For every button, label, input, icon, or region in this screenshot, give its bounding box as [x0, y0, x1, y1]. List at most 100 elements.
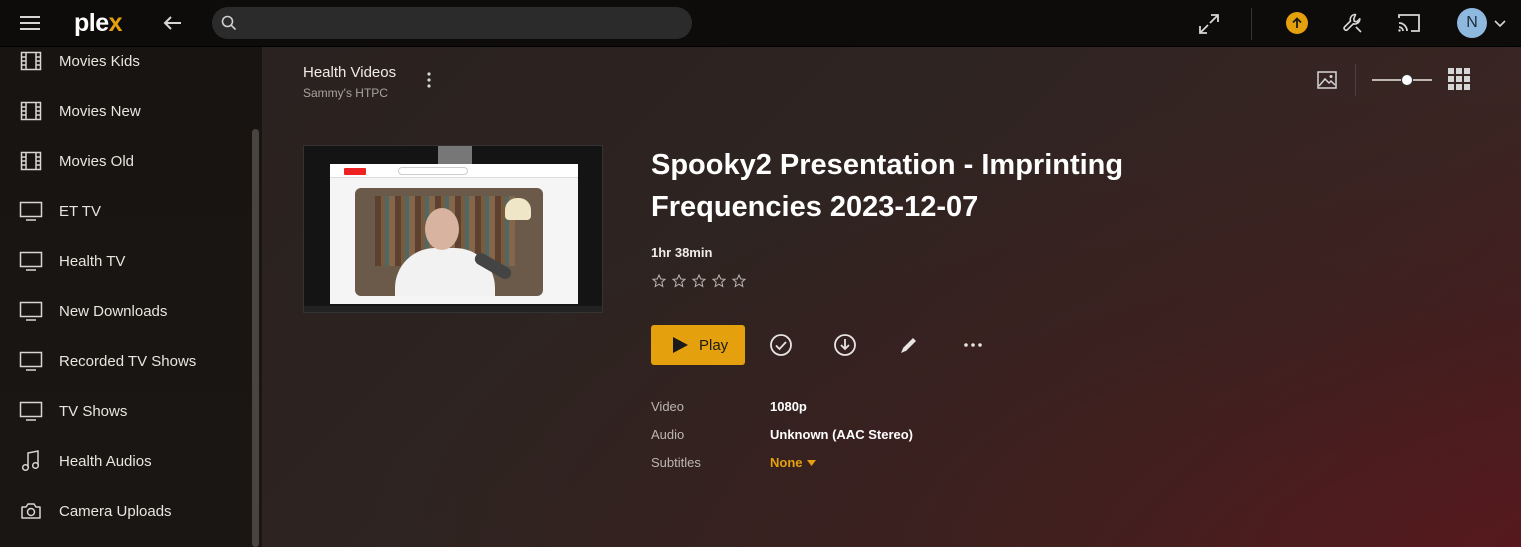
star-rating[interactable]: [651, 273, 747, 289]
poster-view-button[interactable]: [1315, 68, 1339, 92]
library-title[interactable]: Health Videos: [303, 64, 396, 81]
subtitles-select[interactable]: None: [770, 455, 816, 470]
film-icon: [19, 49, 43, 73]
tv-icon: [19, 299, 43, 323]
sidebar-item-label: Health TV: [59, 252, 126, 270]
sidebar-item-movies-old[interactable]: Movies Old: [0, 136, 250, 186]
sidebar-item-label: Movies Old: [59, 152, 135, 170]
avatar: N: [1457, 8, 1487, 38]
logo-x: x: [108, 8, 123, 37]
video-label: Video: [651, 399, 685, 414]
main-content: Health Videos Sammy's HTPC Spooky2 Prese…: [262, 47, 1521, 547]
audio-label: Audio: [651, 427, 685, 442]
chevron-down-icon: [1494, 20, 1506, 28]
sidebar-item-et-tv[interactable]: ET TV: [0, 186, 250, 236]
hamburger-icon: [20, 16, 40, 30]
star-icon[interactable]: [691, 273, 707, 289]
zoom-slider[interactable]: [1372, 74, 1432, 86]
fullscreen-button[interactable]: [1195, 10, 1223, 38]
audio-value: Unknown (AAC Stereo): [770, 427, 913, 442]
cast-button[interactable]: [1394, 9, 1424, 37]
check-circle-icon: [770, 334, 792, 356]
cast-icon: [1398, 14, 1420, 32]
sidebar-item-movies-new[interactable]: Movies New: [0, 86, 250, 136]
thumbnail-taskbar: [304, 306, 602, 312]
film-icon: [19, 99, 43, 123]
grid-icon: [1448, 68, 1470, 90]
star-icon[interactable]: [671, 273, 687, 289]
back-button[interactable]: [158, 10, 186, 36]
image-icon: [1317, 71, 1337, 89]
sidebar-item-health-tv[interactable]: Health TV: [0, 236, 250, 286]
thumbnail-browser-bar: [330, 164, 578, 178]
expand-icon: [1199, 14, 1219, 34]
thumbnail-logo: [344, 168, 366, 175]
item-title: Spooky2 Presentation - Imprinting Freque…: [651, 149, 1124, 223]
thumbnail-person-head: [425, 208, 459, 250]
mark-watched-button[interactable]: [768, 332, 794, 358]
sidebar: Movies Kids Movies New Movies Old ET TV …: [0, 47, 262, 547]
user-menu-button[interactable]: N: [1456, 8, 1508, 38]
sidebar-item-new-downloads[interactable]: New Downloads: [0, 286, 250, 336]
sidebar-item-camera-uploads[interactable]: Camera Uploads: [0, 486, 250, 536]
subtitles-label: Subtitles: [651, 455, 701, 470]
item-duration: 1hr 38min: [651, 245, 713, 260]
sidebar-item-movies-kids[interactable]: Movies Kids: [0, 47, 250, 86]
tv-icon: [19, 249, 43, 273]
more-options-button[interactable]: [960, 332, 986, 358]
top-bar: ple x N: [0, 0, 1521, 47]
film-icon: [19, 149, 43, 173]
sidebar-item-label: ET TV: [59, 202, 101, 220]
star-icon[interactable]: [731, 273, 747, 289]
play-button[interactable]: Play: [651, 325, 745, 365]
download-icon: [834, 334, 856, 356]
more-vertical-icon: [427, 72, 431, 88]
play-button-label: Play: [699, 337, 729, 354]
sidebar-item-health-audios[interactable]: Health Audios: [0, 436, 250, 486]
more-horizontal-icon: [964, 343, 982, 347]
logo-text: ple: [74, 8, 109, 37]
grid-view-button[interactable]: [1448, 68, 1472, 92]
star-icon[interactable]: [711, 273, 727, 289]
settings-button[interactable]: [1339, 9, 1367, 37]
sidebar-item-tv-shows[interactable]: TV Shows: [0, 386, 250, 436]
music-note-icon: [19, 449, 43, 473]
zoom-slider-thumb[interactable]: [1400, 74, 1413, 86]
thumbnail-lamp: [505, 198, 531, 220]
arrow-up-icon: [1286, 12, 1308, 34]
sidebar-scrollbar[interactable]: [252, 129, 259, 547]
plex-logo[interactable]: ple x: [74, 8, 123, 38]
thumbnail-video-frame: [355, 188, 543, 296]
pencil-icon: [901, 338, 916, 353]
upgrade-button[interactable]: [1284, 10, 1310, 36]
subtitles-value: None: [770, 455, 803, 470]
topbar-divider: [1251, 8, 1252, 40]
thumbnail-webcam-inset: [438, 146, 472, 164]
sidebar-item-label: Recorded TV Shows: [59, 352, 197, 370]
library-more-button[interactable]: [420, 70, 438, 90]
search-input[interactable]: [244, 7, 684, 39]
download-button[interactable]: [832, 332, 858, 358]
menu-button[interactable]: [14, 10, 46, 36]
sidebar-item-label: Movies New: [59, 102, 141, 120]
edit-button[interactable]: [896, 332, 922, 358]
sidebar-item-label: TV Shows: [59, 402, 128, 420]
arrow-left-icon: [163, 16, 181, 30]
tv-icon: [19, 349, 43, 373]
video-value: 1080p: [770, 399, 807, 414]
play-icon: [673, 337, 688, 353]
thumbnail-screen: [330, 164, 578, 304]
tv-icon: [19, 199, 43, 223]
header-divider: [1355, 64, 1356, 96]
star-icon[interactable]: [651, 273, 667, 289]
wrench-icon: [1343, 13, 1362, 33]
sidebar-item-recorded-tv-shows[interactable]: Recorded TV Shows: [0, 336, 250, 386]
video-thumbnail[interactable]: [303, 145, 603, 313]
sidebar-item-label: New Downloads: [59, 302, 168, 320]
tv-icon: [19, 399, 43, 423]
avatar-initial: N: [1466, 14, 1478, 31]
sidebar-item-label: Camera Uploads: [59, 502, 172, 520]
caret-down-icon: [806, 459, 816, 466]
search-bar[interactable]: [212, 7, 692, 39]
thumbnail-searchbox: [398, 167, 468, 175]
